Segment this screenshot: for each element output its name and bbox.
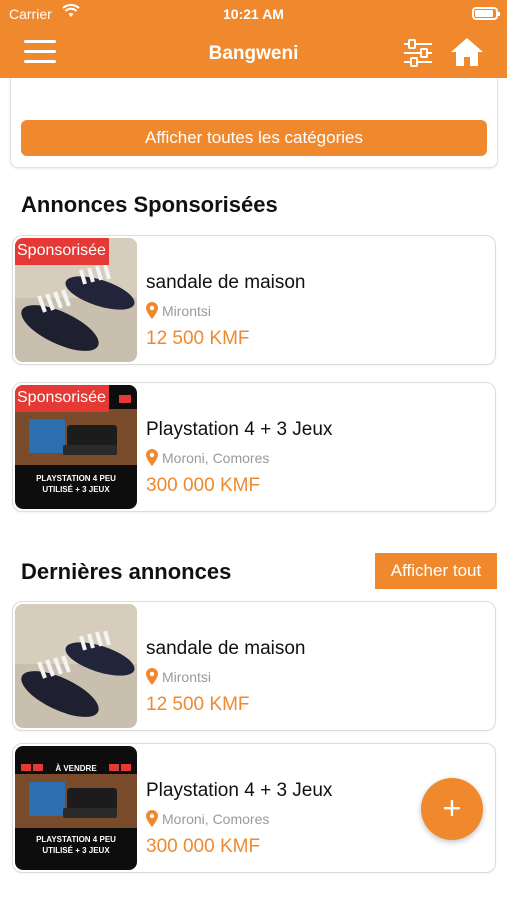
listing-image: Sponsorisée: [15, 238, 137, 362]
listing-location-text: Moroni, Comores: [162, 811, 270, 827]
latest-section-title: Dernières annonces: [21, 559, 232, 584]
listing-title: sandale de maison: [146, 638, 306, 659]
categories-panel: Afficher toutes les catégories: [10, 78, 498, 168]
listing-location-text: Moroni, Comores: [162, 450, 270, 466]
listing-title: Playstation 4 + 3 Jeux: [146, 419, 333, 440]
listing-image: À VENDRE PLAYSTATION 4 PEU UTILISÉ + 3 J…: [15, 746, 137, 870]
listing-price: 300 000 KMF: [146, 836, 261, 857]
listing-location-text: Mirontsi: [162, 303, 212, 319]
add-listing-button[interactable]: +: [421, 778, 483, 840]
listing-title: Playstation 4 + 3 Jeux: [146, 780, 333, 801]
listing-image-top-text: À VENDRE: [55, 764, 97, 773]
listing-image-caption: PLAYSTATION 4 PEU UTILISÉ + 3 JEUX: [36, 474, 116, 494]
location-pin-icon: [146, 668, 158, 688]
listing-title: sandale de maison: [146, 272, 306, 293]
location-pin-icon: [146, 449, 158, 469]
sponsored-badge: Sponsorisée: [15, 238, 109, 265]
listing-price: 300 000 KMF: [146, 475, 261, 496]
listing-location: Moroni, Comores: [146, 449, 269, 469]
sliders-icon[interactable]: [402, 38, 434, 68]
listing-location: Mirontsi: [146, 302, 211, 322]
battery-icon: [472, 7, 500, 20]
listing-card[interactable]: Sponsorisée sandale de maison Mirontsi 1…: [12, 235, 496, 365]
location-pin-icon: [146, 302, 158, 322]
show-all-categories-button[interactable]: Afficher toutes les catégories: [21, 120, 487, 156]
sponsored-badge: Sponsorisée: [15, 385, 109, 412]
see-all-button[interactable]: Afficher tout: [375, 553, 497, 589]
listing-location: Mirontsi: [146, 668, 211, 688]
home-icon[interactable]: [450, 36, 484, 68]
clock: 10:21 AM: [223, 6, 284, 22]
listing-image: PLAYSTATION 4 PEU UTILISÉ + 3 JEUX Spons…: [15, 385, 137, 509]
listing-card[interactable]: sandale de maison Mirontsi 12 500 KMF: [12, 601, 496, 731]
plus-icon: +: [442, 790, 462, 826]
listing-location: Moroni, Comores: [146, 810, 269, 830]
app-header: Carrier 10:21 AM Bangweni: [0, 0, 507, 78]
listing-card[interactable]: PLAYSTATION 4 PEU UTILISÉ + 3 JEUX Spons…: [12, 382, 496, 512]
listing-price: 12 500 KMF: [146, 694, 250, 715]
sponsored-section-title: Annonces Sponsorisées: [21, 192, 278, 217]
listing-price: 12 500 KMF: [146, 328, 250, 349]
listing-image-caption: PLAYSTATION 4 PEU UTILISÉ + 3 JEUX: [36, 835, 116, 855]
status-bar: Carrier 10:21 AM: [0, 0, 507, 28]
listing-image: [15, 604, 137, 728]
location-pin-icon: [146, 810, 158, 830]
listing-location-text: Mirontsi: [162, 669, 212, 685]
